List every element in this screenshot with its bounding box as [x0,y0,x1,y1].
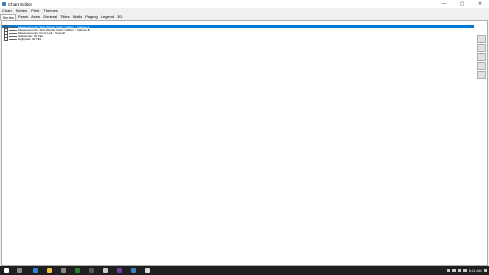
battery-icon[interactable] [463,268,467,273]
chevron-up-icon[interactable] [446,268,451,273]
search-icon[interactable] [17,268,22,273]
app-icon-5[interactable] [117,268,122,273]
volume-icon[interactable] [457,268,462,273]
chart-editor-taskbar-icon[interactable] [145,268,150,273]
app-icon-2[interactable] [75,268,80,273]
notification-icon[interactable] [483,268,487,273]
window-title: Chart Editor [8,1,33,7]
title-series-button[interactable] [477,53,486,61]
series-label: Highpass: IR TEL [18,36,42,41]
clone-series-button[interactable] [477,62,486,70]
app-icon [2,2,6,6]
taskbar: 8:11 AM [0,266,489,275]
series-panel: Measurements: Sub-Woofer Field: Caliber … [1,20,488,266]
side-button-column [477,35,486,79]
system-tray: 8:11 AM [446,266,487,275]
minimize-button[interactable]: — [435,0,453,8]
series-row[interactable]: Highpass: IR TEL [2,36,474,41]
app-icon-3[interactable] [89,268,94,273]
series-list[interactable]: Measurements: Sub-Woofer Field: Caliber … [2,25,474,41]
app-icon-4[interactable] [103,268,108,273]
clock[interactable]: 8:11 AM [469,269,482,273]
add-series-button[interactable] [477,35,486,43]
delete-series-button[interactable] [477,44,486,52]
start-icon[interactable] [4,268,9,273]
change-series-button[interactable] [477,71,486,79]
visibility-checkbox[interactable] [4,37,8,41]
network-icon[interactable] [452,268,456,273]
close-button[interactable]: ✕ [471,0,489,8]
edge-icon[interactable] [33,268,38,273]
app-icon-1[interactable] [61,268,66,273]
maximize-button[interactable]: ▢ [453,0,471,8]
title-bar: Chart Editor — ▢ ✕ [0,0,489,8]
series-swatch [9,38,17,40]
app-icon-6[interactable] [131,268,136,273]
folder-icon[interactable] [47,268,52,273]
